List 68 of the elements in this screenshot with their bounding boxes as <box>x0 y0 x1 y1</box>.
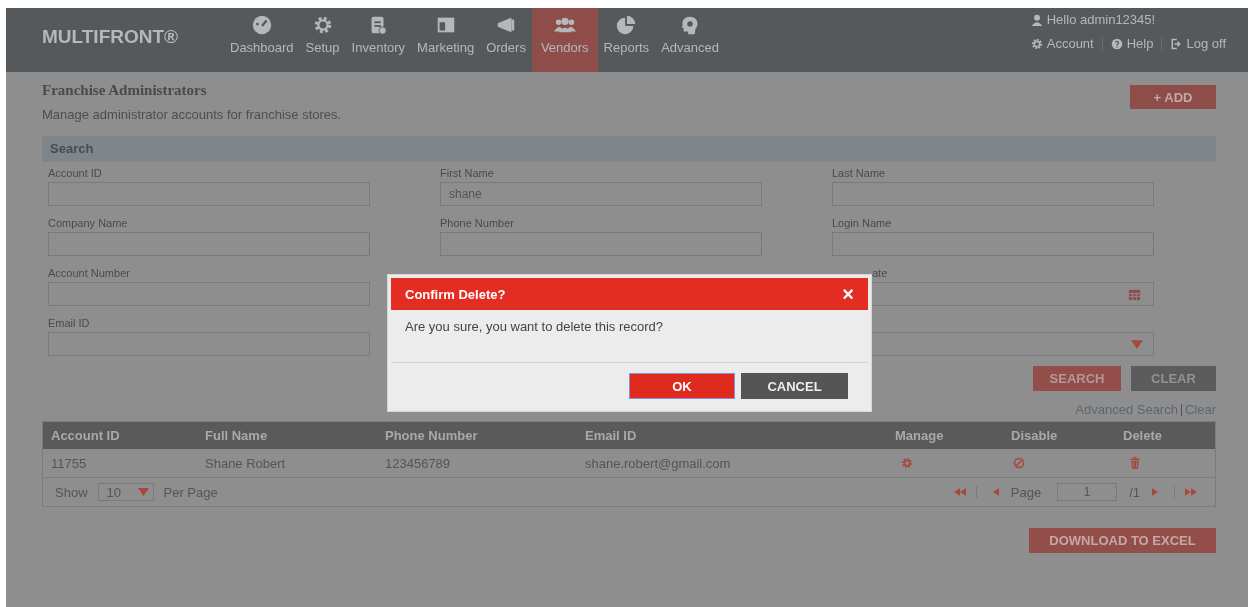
header-link[interactable]: Log off <box>1186 36 1226 51</box>
settings-icon[interactable] <box>901 457 913 469</box>
calendar-icon <box>1128 287 1141 301</box>
search-button[interactable]: SEARCH <box>1033 366 1121 391</box>
column-header: Phone Number <box>385 428 479 443</box>
column-header: Delete <box>1123 428 1164 443</box>
nav-tab[interactable]: Advanced <box>655 8 725 72</box>
table-cell-text: 11755 <box>50 455 88 471</box>
download-button[interactable]: DOWNLOAD TO EXCEL <box>1029 528 1216 553</box>
user-icon <box>1030 13 1043 26</box>
field-label: ate <box>872 267 888 279</box>
logo: MULTIFRONT® <box>41 25 180 49</box>
nav-tab[interactable]: Marketing <box>411 8 481 72</box>
field-label: Company Name <box>48 217 128 229</box>
nav-tab[interactable]: Setup <box>299 8 346 72</box>
table-cell-text: Shane Robert <box>205 455 287 471</box>
field-label: Phone Number <box>440 217 514 229</box>
clear-button[interactable]: CLEAR <box>1131 366 1216 391</box>
table-cell-text: 123456789 <box>385 455 452 471</box>
per-page-label: Per Page <box>163 484 218 500</box>
per-page-dropdown[interactable]: 10 <box>97 483 154 501</box>
field-label: Email ID <box>48 317 90 329</box>
caret-icon <box>1131 339 1143 349</box>
column-header: Disable <box>1011 428 1059 443</box>
header-link[interactable]: Account <box>1046 36 1094 51</box>
caret-icon <box>137 488 149 496</box>
settings-icon <box>1030 37 1043 50</box>
field-label: Last Name <box>832 167 886 179</box>
field-label: Account Number <box>48 267 130 279</box>
logout-icon <box>1170 37 1183 50</box>
gauge-icon <box>250 14 273 36</box>
add-button[interactable]: + ADD <box>1130 85 1216 109</box>
table-cell-text: shane.robert@gmail.com <box>585 455 732 471</box>
page-title: Franchise Administrators <box>42 82 208 99</box>
page-label: Page <box>1010 484 1042 500</box>
nav-tab[interactable]: Orders <box>480 8 532 72</box>
greeting: Hello admin12345! <box>1046 12 1156 27</box>
field-label: Account ID <box>48 167 102 179</box>
input-field[interactable]: shane <box>440 182 762 206</box>
ok-button[interactable]: OK <box>629 373 735 399</box>
field-label: Login Name <box>832 217 892 229</box>
page-total: /1 <box>1129 484 1140 500</box>
nav-tab[interactable]: Inventory <box>345 8 412 72</box>
first-page-icon[interactable] <box>953 488 966 496</box>
pie-icon <box>615 14 638 36</box>
help-icon <box>1110 37 1123 50</box>
next-page-icon[interactable] <box>1152 488 1158 496</box>
column-header: Email ID <box>585 428 638 443</box>
field-label: First Name <box>440 167 494 179</box>
disable-icon[interactable] <box>1013 457 1025 469</box>
cancel-button[interactable]: CANCEL <box>741 373 848 399</box>
header-link[interactable]: Help <box>1126 36 1154 51</box>
last-page-icon[interactable] <box>1185 488 1197 496</box>
close-button[interactable]: × <box>842 282 854 306</box>
nav-tab[interactable]: Dashboard <box>224 8 300 72</box>
page-number-field[interactable]: 1 <box>1057 483 1118 501</box>
search-section-header: Search <box>42 136 1216 162</box>
nav-tab[interactable]: Reports <box>597 8 656 72</box>
dialog-message: Are you sure, you want to delete this record? <box>391 310 868 363</box>
column-header: Account ID <box>50 428 121 443</box>
dialog-title: Confirm Delete? <box>405 286 506 302</box>
column-header: Manage <box>895 428 945 443</box>
page-subtitle: Manage administrator accounts for franchise stores. <box>42 107 342 122</box>
previous-page-icon[interactable] <box>992 488 999 496</box>
show-label: Show <box>55 484 88 500</box>
column-header: Full Name <box>205 428 269 443</box>
nav-tab[interactable]: Vendors <box>531 8 598 72</box>
trash-icon[interactable] <box>1129 457 1141 469</box>
